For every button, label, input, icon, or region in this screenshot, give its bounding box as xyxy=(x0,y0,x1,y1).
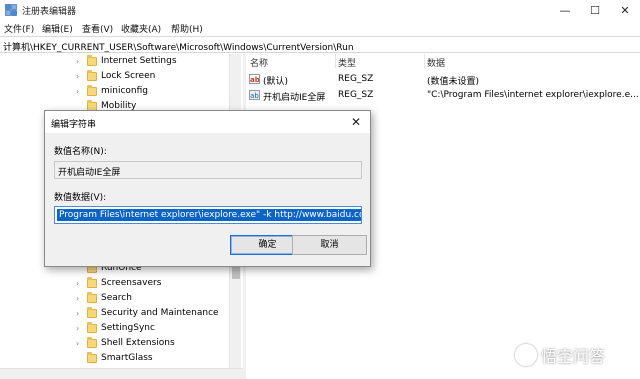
list-row-default[interactable]: ab (默认) REG_SZ (数值未设置) xyxy=(246,72,640,87)
folder-icon xyxy=(87,352,97,363)
value-data-input[interactable]: Program Files\internet explorer\iexplore… xyxy=(54,206,362,224)
string-value-icon: ab xyxy=(249,90,260,100)
column-header-type[interactable]: 类型 xyxy=(338,56,356,69)
watermark: 悟空问答 xyxy=(515,340,605,370)
menu-favorites[interactable]: 收藏夹(A) xyxy=(121,22,161,35)
dialog-title: 编辑字符串 xyxy=(51,120,97,130)
value-data-selected-text: Program Files\internet explorer\iexplore… xyxy=(57,209,361,221)
folder-icon xyxy=(87,277,97,288)
dialog-close-button[interactable]: ✕ xyxy=(345,113,367,131)
address-bar[interactable]: 计算机\HKEY_CURRENT_USER\Software\Microsoft… xyxy=(0,36,640,53)
value-name: 开机启动IE全屏 xyxy=(263,93,326,103)
value-type: REG_SZ xyxy=(338,74,374,84)
tree-item-label: Search xyxy=(101,293,132,303)
folder-icon xyxy=(87,55,97,66)
menu-file[interactable]: 文件(F) xyxy=(4,22,34,35)
tree-item-lock-screen[interactable]: › Lock Screen xyxy=(0,69,228,84)
tree-item-screensavers[interactable]: › Screensavers xyxy=(0,276,228,291)
tree-item-internet-settings[interactable]: › Internet Settings xyxy=(0,54,228,69)
maximize-button[interactable]: ☐ xyxy=(580,0,610,20)
value-name-label: 数值名称(N): xyxy=(54,147,107,157)
value-data: "C:\Program Files\internet explorer\iexp… xyxy=(427,90,639,100)
cancel-button[interactable]: 取消 xyxy=(292,235,367,255)
registry-app-icon xyxy=(5,4,17,16)
value-name-text: 开机启动IE全屏 xyxy=(58,168,121,178)
column-divider[interactable] xyxy=(424,54,425,68)
expand-arrow-icon[interactable]: › xyxy=(76,339,84,348)
folder-icon xyxy=(87,337,97,348)
expand-arrow-icon[interactable]: › xyxy=(76,324,84,333)
expand-arrow-icon[interactable]: › xyxy=(76,279,84,288)
expand-arrow-icon[interactable]: › xyxy=(76,294,84,303)
folder-icon xyxy=(87,292,97,303)
tree-item-label: SettingSync xyxy=(101,323,155,333)
value-data-label: 数值数据(V): xyxy=(54,193,107,203)
value-name: (默认) xyxy=(263,77,289,87)
folder-icon xyxy=(87,307,97,318)
minimize-button[interactable]: — xyxy=(550,0,580,20)
tree-horizontal-scrollbar[interactable] xyxy=(0,368,243,379)
tree-item-label: Security and Maintenance xyxy=(101,308,219,318)
tree-item-label: miniconfig xyxy=(101,86,149,96)
tree-item-miniconfig[interactable]: › miniconfig xyxy=(0,84,228,99)
tree-item-search[interactable]: › Search xyxy=(0,291,228,306)
expand-arrow-icon[interactable]: › xyxy=(76,72,84,81)
tree-item-smartglass[interactable]: SmartGlass xyxy=(0,351,228,366)
dialog-title-bar: 编辑字符串 xyxy=(45,111,370,133)
watermark-text: 悟空问答 xyxy=(541,347,606,366)
tree-item-label: Lock Screen xyxy=(101,71,156,81)
watermark-logo-icon xyxy=(515,344,537,366)
expand-arrow-icon[interactable]: › xyxy=(76,309,84,318)
tree-item-security-and-maintenance[interactable]: › Security and Maintenance xyxy=(0,306,228,321)
value-name-field: 开机启动IE全屏 xyxy=(54,161,362,179)
folder-icon xyxy=(87,85,97,96)
folder-icon xyxy=(87,70,97,81)
string-value-icon: ab xyxy=(249,74,260,84)
tree-item-label: SmartGlass xyxy=(101,353,153,363)
edit-string-dialog: 编辑字符串 ✕ 数值名称(N): 开机启动IE全屏 数值数据(V): Progr… xyxy=(44,110,371,267)
tree-item-settingsync[interactable]: › SettingSync xyxy=(0,321,228,336)
tree-item-label: Screensavers xyxy=(101,278,162,288)
tree-item-shell-extensions[interactable]: › Shell Extensions xyxy=(0,336,228,351)
column-divider[interactable] xyxy=(335,54,336,68)
menu-view[interactable]: 查看(V) xyxy=(82,22,113,35)
close-button[interactable]: ✕ xyxy=(610,0,640,20)
address-path: 计算机\HKEY_CURRENT_USER\Software\Microsoft… xyxy=(3,43,354,53)
column-header-data[interactable]: 数据 xyxy=(427,56,445,69)
expand-arrow-icon[interactable]: › xyxy=(76,57,84,66)
tree-item-label: Shell Extensions xyxy=(101,338,175,348)
column-header-name[interactable]: 名称 xyxy=(250,56,268,69)
expand-arrow-icon[interactable]: › xyxy=(76,87,84,96)
tree-item-label: Internet Settings xyxy=(101,56,177,66)
value-type: REG_SZ xyxy=(338,90,374,100)
menu-bar: 文件(F) 编辑(E) 查看(V) 收藏夹(A) 帮助(H) xyxy=(0,20,640,36)
title-bar: 注册表编辑器 — ☐ ✕ xyxy=(0,0,640,20)
menu-edit[interactable]: 编辑(E) xyxy=(42,22,73,35)
menu-help[interactable]: 帮助(H) xyxy=(171,22,203,35)
list-row-ie-fullscreen[interactable]: ab 开机启动IE全屏 REG_SZ "C:\Program Files\int… xyxy=(246,88,640,103)
value-data: (数值未设置) xyxy=(427,77,480,87)
window-title: 注册表编辑器 xyxy=(22,7,77,17)
folder-icon xyxy=(87,322,97,333)
